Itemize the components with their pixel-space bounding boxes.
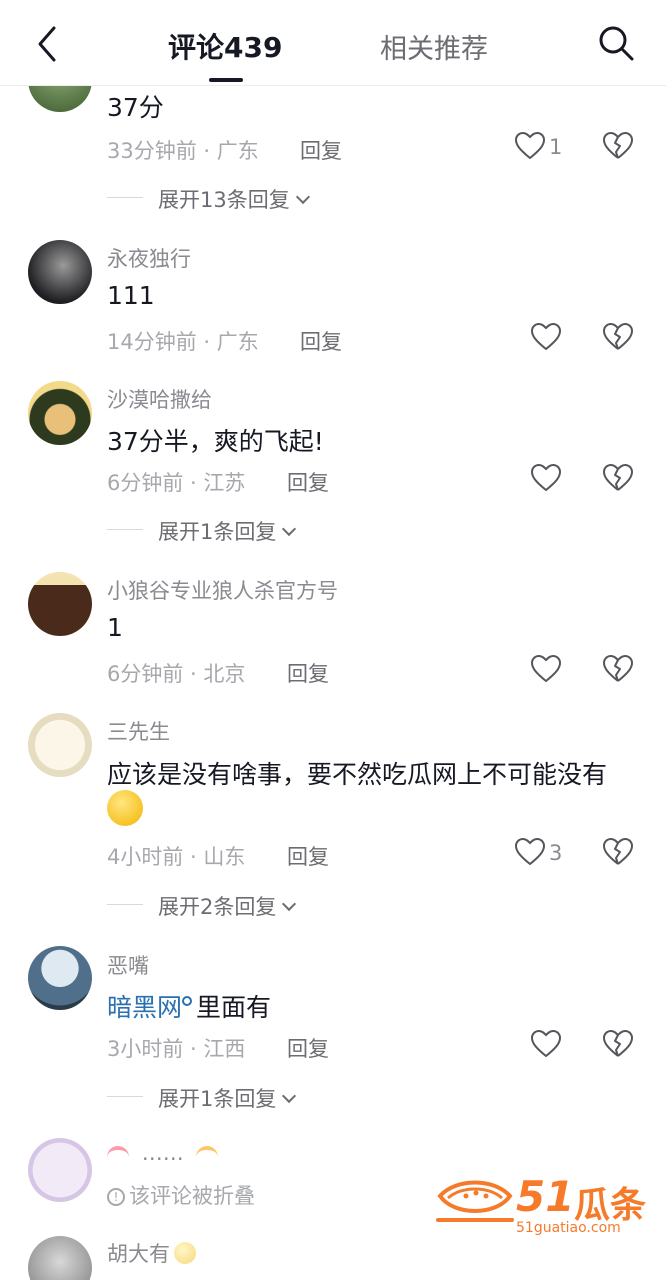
avatar[interactable]	[28, 240, 92, 304]
reply-button[interactable]: 回复	[287, 467, 329, 497]
chevron-down-icon	[295, 189, 310, 205]
tab-comments[interactable]: 评论439	[168, 26, 282, 66]
comment-text: 暗黑网 里面有	[107, 988, 271, 1024]
heart-icon[interactable]	[530, 463, 562, 493]
expand-replies-button[interactable]: 展开1条回复	[158, 516, 297, 546]
back-arrow-icon[interactable]	[30, 24, 66, 64]
info-icon: !	[107, 1188, 125, 1206]
heart-icon[interactable]	[530, 654, 562, 684]
comment-time-location: 6分钟前 · 江苏	[107, 471, 246, 495]
rainbow-emoji	[196, 1146, 219, 1160]
avatar[interactable]	[28, 713, 92, 777]
username-text: ……	[141, 1141, 184, 1165]
like-count: 1	[549, 135, 563, 159]
active-tab-indicator	[209, 78, 243, 82]
username[interactable]: 小狼谷专业狼人杀官方号	[107, 575, 338, 605]
reply-button[interactable]: 回复	[300, 135, 342, 165]
username-text: 胡大有	[107, 1242, 170, 1266]
expand-label: 展开1条回复	[158, 520, 277, 544]
username[interactable]: 胡大有	[107, 1238, 196, 1268]
broken-heart-icon[interactable]	[602, 131, 634, 161]
expand-replies-button[interactable]: 展开1条回复	[158, 1083, 297, 1113]
top-bar: 评论439 相关推荐	[0, 0, 666, 86]
username[interactable]: 恶嘴	[107, 950, 149, 980]
chevron-down-icon	[282, 896, 297, 912]
smile-emoji	[174, 1242, 196, 1264]
broken-heart-icon[interactable]	[602, 322, 634, 352]
broken-heart-icon[interactable]	[602, 837, 634, 867]
comment-time-location: 6分钟前 · 北京	[107, 662, 246, 686]
chevron-down-icon	[282, 1088, 297, 1104]
heart-icon[interactable]	[514, 131, 546, 161]
comment-time-location: 33分钟前 · 广东	[107, 139, 259, 163]
comment-text: 37分半，爽的飞起!	[107, 427, 324, 456]
comment-text-rest: 里面有	[196, 993, 272, 1022]
divider	[107, 904, 143, 905]
comment-text: 应该是没有啥事，要不然吃瓜网上不可能没有	[107, 760, 608, 789]
username[interactable]: 三先生	[107, 716, 170, 746]
watermark-logo: 51 瓜条 51guatiao.com	[436, 1170, 648, 1240]
emoji-laugh-cry	[107, 790, 143, 830]
divider	[107, 529, 143, 530]
avatar[interactable]	[28, 572, 92, 636]
expand-label: 展开1条回复	[158, 1087, 277, 1111]
comment-text: 111	[107, 281, 155, 310]
search-link[interactable]: 暗黑网	[107, 993, 182, 1022]
expand-replies-button[interactable]: 展开13条回复	[158, 184, 310, 214]
tab-related[interactable]: 相关推荐	[380, 27, 488, 66]
reply-button[interactable]: 回复	[287, 841, 329, 871]
chevron-down-icon	[282, 521, 297, 537]
broken-heart-icon[interactable]	[602, 463, 634, 493]
search-icon[interactable]	[596, 23, 636, 63]
username[interactable]: 沙漠哈撒给	[107, 384, 212, 414]
divider	[107, 197, 143, 198]
avatar[interactable]	[28, 1138, 92, 1202]
username[interactable]: ……	[107, 1141, 219, 1165]
reply-button[interactable]: 回复	[300, 326, 342, 356]
avatar[interactable]	[28, 946, 92, 1010]
watermark-number: 51	[516, 1172, 575, 1221]
like-count: 3	[549, 841, 563, 865]
comment-text: 1	[107, 613, 123, 642]
broken-heart-icon[interactable]	[602, 1029, 634, 1059]
comment-time-location: 14分钟前 · 广东	[107, 330, 259, 354]
heart-icon[interactable]	[530, 1029, 562, 1059]
search-icon	[182, 996, 193, 1006]
username[interactable]: 永夜独行	[107, 243, 191, 273]
comment-feed: 37分 33分钟前 · 广东 回复 1 展开13条回复 永夜独行 111 14分…	[0, 0, 666, 1280]
comment-time-location: 4小时前 · 山东	[107, 845, 246, 869]
watermark-url: 51guatiao.com	[516, 1220, 621, 1236]
folded-notice: ! 该评论被折叠	[107, 1180, 255, 1210]
heart-icon[interactable]	[514, 837, 546, 867]
reply-button[interactable]: 回复	[287, 1033, 329, 1063]
avatar[interactable]	[28, 1236, 92, 1280]
divider	[107, 1096, 143, 1097]
expand-label: 展开13条回复	[158, 188, 290, 212]
heart-icon[interactable]	[530, 322, 562, 352]
broken-heart-icon[interactable]	[602, 654, 634, 684]
comment-text: 37分	[107, 93, 164, 122]
reply-button[interactable]: 回复	[287, 658, 329, 688]
expand-label: 展开2条回复	[158, 895, 277, 919]
avatar[interactable]	[28, 381, 92, 445]
expand-replies-button[interactable]: 展开2条回复	[158, 891, 297, 921]
comment-time-location: 3小时前 · 江西	[107, 1037, 246, 1061]
watermelon-logo-icon	[436, 1180, 514, 1222]
folded-text: 该评论被折叠	[129, 1184, 255, 1208]
rainbow-emoji	[107, 1146, 129, 1160]
